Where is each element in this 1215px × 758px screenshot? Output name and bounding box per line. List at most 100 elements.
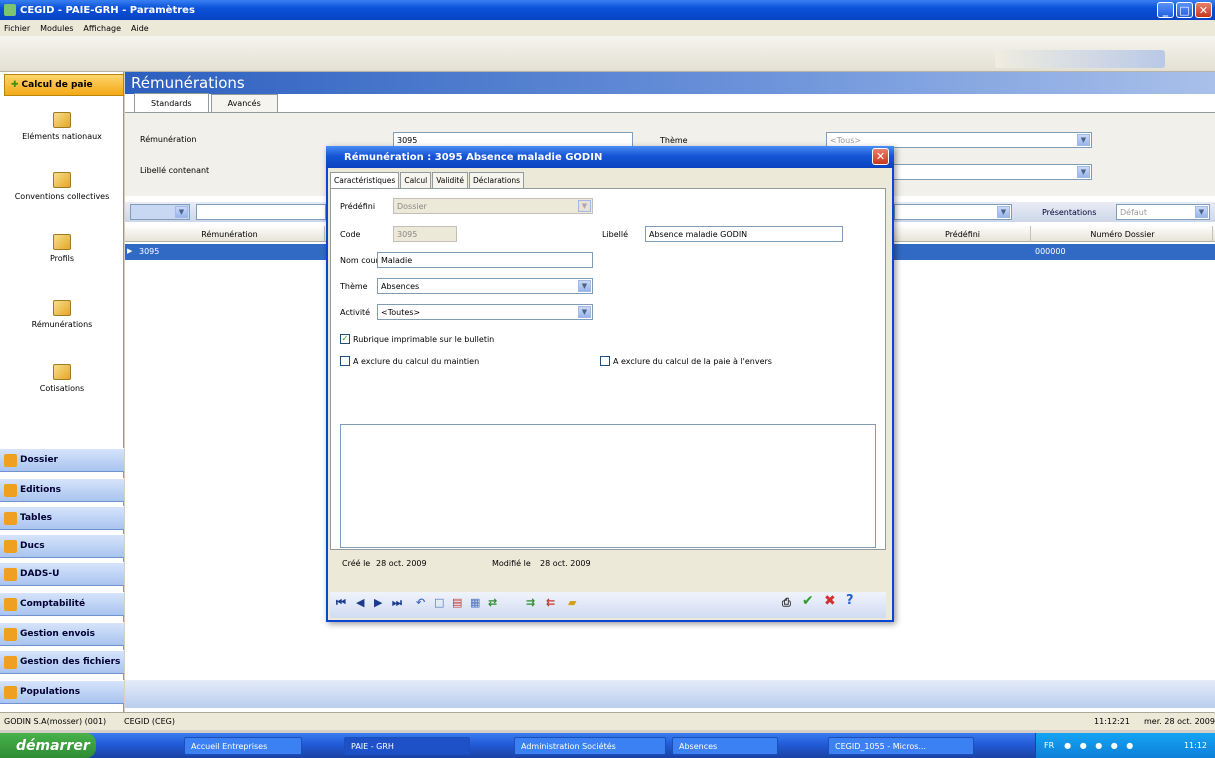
column-header-numero-dossier[interactable]: Numéro Dossier — [1033, 226, 1213, 242]
taskbar-item-administration[interactable]: Administration Sociétés — [514, 737, 666, 755]
theme-select[interactable]: Absences ▼ — [377, 278, 593, 294]
files-icon — [4, 656, 17, 669]
tab-declarations[interactable]: Déclarations — [468, 172, 525, 188]
theme-label: Thème — [340, 282, 368, 291]
nav-group-gestion-envois[interactable]: Gestion envois — [0, 622, 124, 646]
menu-affichage[interactable]: Affichage — [83, 24, 121, 33]
presentations-select[interactable]: Défaut ▼ — [1116, 204, 1210, 220]
cegid-logo[interactable] — [995, 50, 1165, 68]
checkbox-unchecked-icon — [600, 356, 610, 366]
undo-icon[interactable]: ↶ — [416, 596, 425, 609]
tab-caracteristiques[interactable]: Caractéristiques — [330, 172, 400, 188]
page-title: Rémunérations — [125, 72, 1215, 94]
grid-search-input-right[interactable]: ▼ — [894, 204, 1012, 220]
taskbar-item-cegid-1055[interactable]: CEGID_1055 - Micros... — [828, 737, 974, 755]
duplicate-icon[interactable]: ▦ — [470, 596, 480, 609]
start-button[interactable]: démarrer — [0, 733, 96, 758]
folder-icon — [53, 300, 71, 316]
tray-icons[interactable]: ● ● ● ● ● — [1064, 741, 1136, 750]
grid-filter-dropdown[interactable]: ▼ — [130, 204, 190, 220]
taskbar-item-absences[interactable]: Absences — [672, 737, 778, 755]
dialog-title: Rémunération : 3095 Absence maladie GODI… — [344, 151, 603, 163]
remuneration-filter-label: Rémunération — [140, 135, 197, 144]
next-record-icon[interactable]: ▶ — [374, 596, 382, 609]
taskbar-item-paie-grh[interactable]: PAIE - GRH — [344, 737, 470, 755]
checkbox-unchecked-icon — [340, 356, 350, 366]
nav-group-dads-u[interactable]: DADS-U — [0, 562, 124, 586]
checkbox-exclure-envers[interactable]: A exclure du calcul de la paie à l'enver… — [600, 356, 772, 366]
folder-open-icon[interactable]: ▰ — [568, 596, 576, 609]
menu-modules[interactable]: Modules — [40, 24, 73, 33]
nav-group-gestion-fichiers[interactable]: Gestion des fichiers — [0, 650, 124, 674]
delete-document-icon[interactable]: ▤ — [452, 596, 462, 609]
nav-group-populations[interactable]: Populations — [0, 680, 124, 704]
menu-bar: Fichier Modules Affichage Aide — [0, 20, 1215, 36]
nom-court-field[interactable]: Maladie — [377, 252, 593, 268]
column-header-remuneration[interactable]: Rémunération — [135, 226, 325, 242]
predefini-select: Dossier ▼ — [393, 198, 593, 214]
transfer-icon[interactable]: ⇄ — [488, 596, 497, 609]
nav-item-remunerations[interactable]: Rémunérations — [0, 300, 124, 329]
tab-validite[interactable]: Validité — [432, 172, 468, 188]
cell-remuneration: 3095 — [139, 247, 160, 256]
import-icon[interactable]: ⇇ — [546, 596, 555, 609]
app-icon — [4, 4, 16, 16]
dialog-footer: Créé le 28 oct. 2009 Modifié le 28 oct. … — [330, 552, 886, 578]
tab-standards[interactable]: Standards — [134, 93, 209, 113]
nav-header-calcul-de-paie[interactable]: ✚ Calcul de paie — [4, 74, 124, 96]
quick-launch[interactable] — [104, 737, 164, 755]
first-record-icon[interactable]: ⏮ — [336, 596, 346, 610]
nav-group-tables[interactable]: Tables — [0, 506, 124, 530]
status-bar: GODIN S.A(mosser) (001) CEGID (CEG) 11:1… — [0, 712, 1215, 730]
chevron-down-icon: ▼ — [175, 206, 188, 218]
language-indicator[interactable]: FR — [1044, 741, 1054, 750]
nav-group-ducs[interactable]: Ducs — [0, 534, 124, 558]
chevron-down-icon: ▼ — [1195, 206, 1208, 218]
cree-value: 28 oct. 2009 — [376, 559, 427, 568]
nav-group-dossier[interactable]: Dossier — [0, 448, 124, 472]
modifie-label: Modifié le — [492, 559, 531, 568]
maximize-button[interactable]: □ — [1176, 2, 1193, 18]
status-time: 11:12:21 — [1094, 717, 1130, 726]
checkbox-imprimable[interactable]: ✓ Rubrique imprimable sur le bulletin — [340, 334, 494, 344]
print-icon[interactable]: ⎙ — [782, 596, 791, 610]
tab-avances[interactable]: Avancés — [210, 94, 278, 112]
nav-group-comptabilite[interactable]: Comptabilité — [0, 592, 124, 616]
dialog-titlebar: Rémunération : 3095 Absence maladie GODI… — [326, 146, 894, 168]
dialog-close-button[interactable]: ✕ — [872, 148, 889, 165]
activite-select[interactable]: <Toutes> ▼ — [377, 304, 593, 320]
checkbox-exclure-maintien[interactable]: A exclure du calcul du maintien — [340, 356, 479, 366]
help-icon[interactable]: ? — [846, 593, 854, 608]
grid-search-input[interactable] — [196, 204, 326, 220]
last-record-icon[interactable]: ⏭ — [392, 596, 402, 610]
folder-icon — [53, 364, 71, 380]
taskbar-item-accueil[interactable]: Accueil Entreprises — [184, 737, 302, 755]
system-tray: FR ● ● ● ● ● 11:12 — [1035, 733, 1215, 758]
cancel-x-icon[interactable]: ✖ — [824, 593, 836, 609]
close-button[interactable]: ✕ — [1195, 2, 1212, 18]
previous-record-icon[interactable]: ◀ — [356, 596, 364, 609]
send-icon — [4, 628, 17, 641]
menu-fichier[interactable]: Fichier — [4, 24, 30, 33]
status-date: mer. 28 oct. 2009 — [1144, 717, 1215, 726]
nav-item-conventions[interactable]: Conventions collectives — [0, 172, 124, 201]
export-icon[interactable]: ⇉ — [526, 596, 535, 609]
menu-aide[interactable]: Aide — [131, 24, 149, 33]
nav-item-profils[interactable]: Profils — [0, 234, 124, 263]
libelle-label: Libellé — [602, 230, 629, 239]
libelle-field[interactable]: Absence maladie GODIN — [645, 226, 843, 242]
nav-item-elements-nationaux[interactable]: Eléments nationaux — [0, 112, 124, 141]
cree-label: Créé le — [342, 559, 371, 568]
minimize-button[interactable]: _ — [1157, 2, 1174, 18]
nav-item-cotisations[interactable]: Cotisations — [0, 364, 124, 393]
nav-group-editions[interactable]: Editions — [0, 478, 124, 502]
folder-icon — [53, 112, 71, 128]
taskbar-clock[interactable]: 11:12 — [1184, 741, 1207, 750]
tab-calcul[interactable]: Calcul — [400, 172, 432, 188]
grid-icon — [4, 540, 17, 553]
validate-check-icon[interactable]: ✔ — [802, 593, 814, 609]
new-document-icon[interactable]: □ — [434, 596, 444, 609]
memo-field[interactable] — [340, 424, 876, 548]
table-icon — [4, 512, 17, 525]
column-header-predefini[interactable]: Prédéfini — [895, 226, 1031, 242]
